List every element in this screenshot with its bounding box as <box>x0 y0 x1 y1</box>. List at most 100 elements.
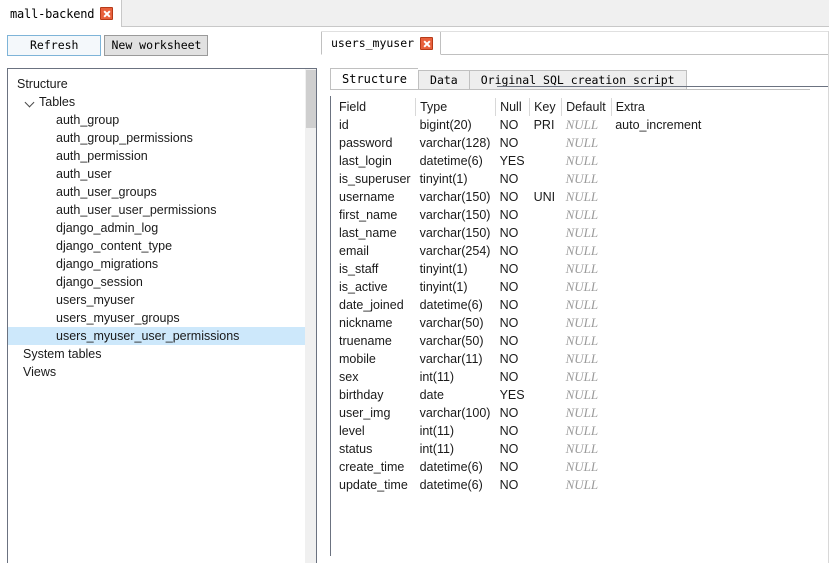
cell-extra[interactable] <box>611 260 706 278</box>
tree-item-auth-group[interactable]: auth_group <box>8 111 305 129</box>
cell-type[interactable]: datetime(6) <box>416 152 496 170</box>
table-row[interactable]: id bigint(20) NO PRI NULL auto_increment <box>335 116 706 134</box>
cell-type[interactable]: varchar(11) <box>416 350 496 368</box>
cell-default[interactable]: NULL <box>562 404 612 422</box>
cell-key[interactable] <box>530 386 562 404</box>
column-header-extra[interactable]: Extra <box>611 98 706 116</box>
cell-key[interactable] <box>530 278 562 296</box>
table-row[interactable]: nickname varchar(50) NO NULL <box>335 314 706 332</box>
cell-default[interactable]: NULL <box>562 332 612 350</box>
cell-key[interactable] <box>530 260 562 278</box>
cell-type[interactable]: varchar(50) <box>416 314 496 332</box>
cell-type[interactable]: int(11) <box>416 422 496 440</box>
cell-field[interactable]: status <box>335 440 416 458</box>
tree-item-tables[interactable]: Tables <box>8 93 305 111</box>
cell-key[interactable] <box>530 314 562 332</box>
table-row[interactable]: update_time datetime(6) NO NULL <box>335 476 706 494</box>
cell-type[interactable]: varchar(254) <box>416 242 496 260</box>
tree-item-django-migrations[interactable]: django_migrations <box>8 255 305 273</box>
cell-default[interactable]: NULL <box>562 224 612 242</box>
connection-tab-mall-backend[interactable]: mall-backend <box>0 0 123 27</box>
cell-field[interactable]: username <box>335 188 416 206</box>
cell-null[interactable]: NO <box>496 350 530 368</box>
tree-item-users-myuser-groups[interactable]: users_myuser_groups <box>8 309 305 327</box>
cell-field[interactable]: email <box>335 242 416 260</box>
table-row[interactable]: create_time datetime(6) NO NULL <box>335 458 706 476</box>
cell-type[interactable]: tinyint(1) <box>416 278 496 296</box>
cell-null[interactable]: YES <box>496 152 530 170</box>
cell-null[interactable]: NO <box>496 368 530 386</box>
column-header-default[interactable]: Default <box>561 98 612 116</box>
cell-field[interactable]: last_name <box>335 224 416 242</box>
tree-item-django-session[interactable]: django_session <box>8 273 305 291</box>
cell-key[interactable] <box>530 152 562 170</box>
cell-extra[interactable] <box>611 476 706 494</box>
cell-null[interactable]: NO <box>496 242 530 260</box>
cell-field[interactable]: is_active <box>335 278 416 296</box>
cell-extra[interactable] <box>611 134 706 152</box>
cell-default[interactable]: NULL <box>562 134 612 152</box>
cell-extra[interactable] <box>611 350 706 368</box>
cell-null[interactable]: NO <box>496 404 530 422</box>
cell-extra[interactable] <box>611 296 706 314</box>
close-icon[interactable] <box>100 7 114 20</box>
tree-item-auth-user-user-permissions[interactable]: auth_user_user_permissions <box>8 201 305 219</box>
cell-key[interactable] <box>530 134 562 152</box>
cell-type[interactable]: datetime(6) <box>416 476 496 494</box>
cell-null[interactable]: NO <box>496 422 530 440</box>
cell-field[interactable]: is_superuser <box>335 170 416 188</box>
cell-type[interactable]: varchar(150) <box>416 224 496 242</box>
cell-extra[interactable] <box>611 422 706 440</box>
cell-field[interactable]: user_img <box>335 404 416 422</box>
cell-key[interactable] <box>530 170 562 188</box>
cell-null[interactable]: NO <box>496 116 530 134</box>
cell-null[interactable]: NO <box>496 296 530 314</box>
cell-field[interactable]: mobile <box>335 350 416 368</box>
column-header-key[interactable]: Key <box>529 98 563 116</box>
tree-item-views[interactable]: Views <box>8 363 305 381</box>
tab-data[interactable]: Data <box>418 70 469 90</box>
tree-item-auth-user-groups[interactable]: auth_user_groups <box>8 183 305 201</box>
tree-item-auth-user[interactable]: auth_user <box>8 165 305 183</box>
cell-null[interactable]: NO <box>496 332 530 350</box>
table-row[interactable]: birthday date YES NULL <box>335 386 706 404</box>
cell-extra[interactable] <box>611 206 706 224</box>
table-row[interactable]: is_staff tinyint(1) NO NULL <box>335 260 706 278</box>
cell-null[interactable]: YES <box>496 386 530 404</box>
cell-null[interactable]: NO <box>496 224 530 242</box>
cell-null[interactable]: NO <box>496 314 530 332</box>
cell-null[interactable]: NO <box>496 188 530 206</box>
cell-default[interactable]: NULL <box>562 170 612 188</box>
cell-field[interactable]: password <box>335 134 416 152</box>
cell-extra[interactable] <box>611 386 706 404</box>
tree-scrollbar-thumb[interactable] <box>306 70 316 128</box>
cell-default[interactable]: NULL <box>562 152 612 170</box>
cell-key[interactable] <box>530 296 562 314</box>
document-tab-users-myuser[interactable]: users_myuser <box>321 31 442 55</box>
cell-type[interactable]: tinyint(1) <box>416 260 496 278</box>
cell-field[interactable]: first_name <box>335 206 416 224</box>
cell-type[interactable]: int(11) <box>416 440 496 458</box>
tree-item-users-myuser-user-permissions[interactable]: users_myuser_user_permissions <box>8 327 305 345</box>
cell-null[interactable]: NO <box>496 458 530 476</box>
table-row[interactable]: mobile varchar(11) NO NULL <box>335 350 706 368</box>
table-row[interactable]: date_joined datetime(6) NO NULL <box>335 296 706 314</box>
cell-extra[interactable] <box>611 188 706 206</box>
tree-item-auth-group-permissions[interactable]: auth_group_permissions <box>8 129 305 147</box>
cell-default[interactable]: NULL <box>562 206 612 224</box>
cell-extra[interactable] <box>611 170 706 188</box>
table-row[interactable]: username varchar(150) NO UNI NULL <box>335 188 706 206</box>
cell-type[interactable]: varchar(100) <box>416 404 496 422</box>
cell-null[interactable]: NO <box>496 134 530 152</box>
table-row[interactable]: sex int(11) NO NULL <box>335 368 706 386</box>
close-icon[interactable] <box>420 36 434 50</box>
cell-null[interactable]: NO <box>496 476 530 494</box>
tab-original-sql-creation-script[interactable]: Original SQL creation script <box>468 70 687 90</box>
table-row[interactable]: password varchar(128) NO NULL <box>335 134 706 152</box>
cell-default[interactable]: NULL <box>562 116 612 134</box>
table-row[interactable]: status int(11) NO NULL <box>335 440 706 458</box>
column-header-null[interactable]: Null <box>495 98 531 116</box>
cell-key[interactable] <box>530 350 562 368</box>
cell-type[interactable]: varchar(128) <box>416 134 496 152</box>
chevron-down-icon[interactable] <box>23 95 37 109</box>
